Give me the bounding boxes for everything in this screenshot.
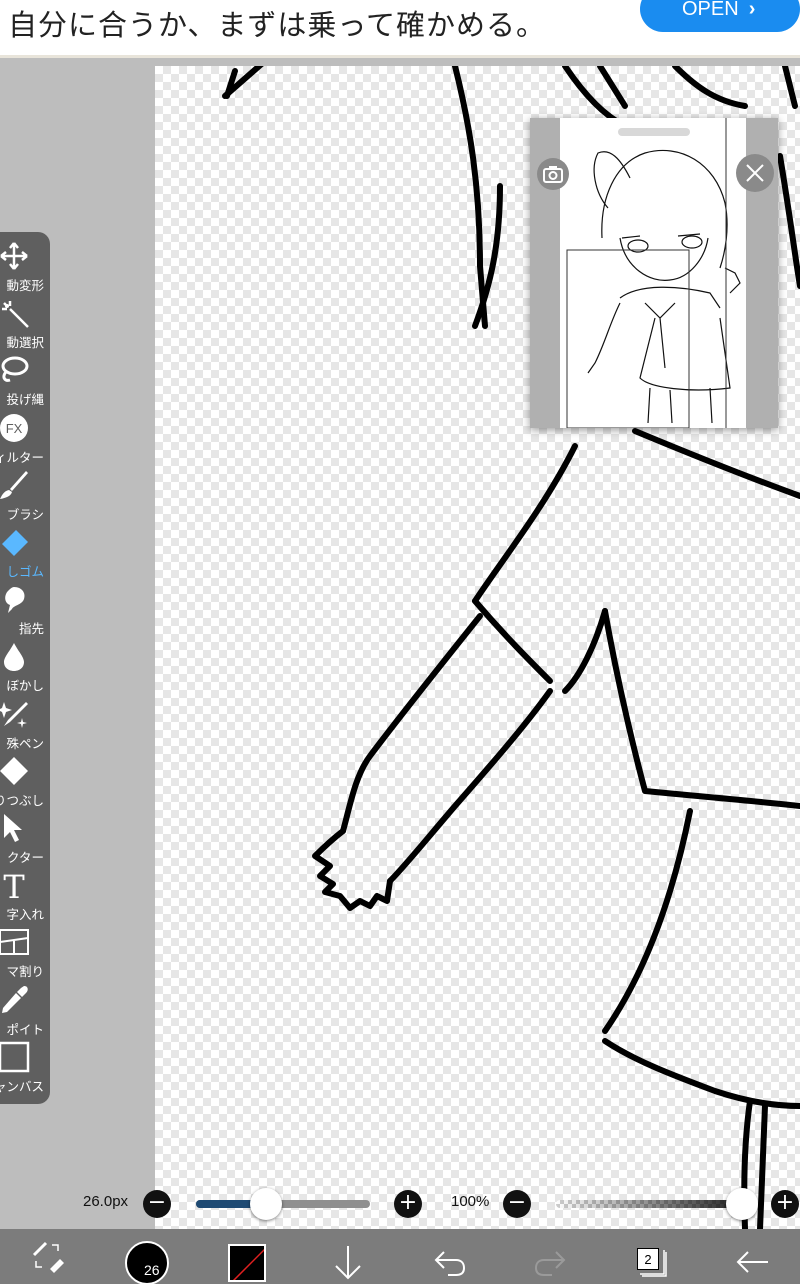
brush-size-decrease-button[interactable]: −: [143, 1190, 171, 1218]
tool-special-pen[interactable]: 殊ペン: [0, 696, 50, 753]
arrow-down-icon: [335, 1246, 361, 1280]
tool-label: ポイト: [6, 1021, 44, 1037]
brush-size-increase-button[interactable]: +: [394, 1190, 422, 1218]
tool-label: ィルター: [0, 449, 44, 465]
tool-frame-divider[interactable]: マ割り: [0, 924, 50, 981]
brush-size-slider[interactable]: [196, 1188, 370, 1220]
fill-bucket-icon: [0, 755, 30, 787]
back-button[interactable]: [732, 1240, 772, 1284]
selector-arrow-icon: [0, 812, 30, 844]
tool-smudge[interactable]: 指先: [0, 581, 50, 638]
chevron-right-icon: ›: [748, 0, 756, 20]
tool-text-tool[interactable]: T 字入れ: [0, 867, 50, 924]
tool-label: 字入れ: [6, 907, 44, 923]
brush-slider-row: 26.0px − + 100% − +: [0, 1180, 800, 1228]
svg-text:FX: FX: [6, 421, 23, 436]
brush-size-badge: 26: [144, 1262, 160, 1278]
tool-label: クター: [6, 850, 44, 865]
undo-icon: [434, 1251, 466, 1276]
eyedropper-icon: [0, 984, 30, 1016]
tool-label: りつぶし: [0, 792, 44, 808]
lasso-icon: [0, 354, 30, 386]
opacity-decrease-button[interactable]: −: [503, 1190, 531, 1218]
opacity-slider[interactable]: [556, 1188, 758, 1220]
navigator-drag-handle[interactable]: [618, 128, 690, 136]
tool-canvas[interactable]: ャンバス: [0, 1039, 50, 1096]
tool-label: 殊ペン: [6, 735, 44, 751]
opacity-increase-button[interactable]: +: [771, 1190, 799, 1218]
navigator-thumbnail[interactable]: [560, 118, 746, 428]
ad-open-label: OPEN: [682, 0, 739, 20]
layer-down-button[interactable]: [330, 1240, 366, 1284]
tool-label: 動変形: [6, 278, 44, 293]
ad-text: 自分に合うか、まずは乗って確かめる。: [8, 8, 546, 42]
layer-count-badge: 2: [637, 1248, 659, 1270]
tool-lasso[interactable]: 投げ縄: [0, 352, 50, 409]
fx-icon: FX: [0, 412, 30, 444]
bottom-toolbar: [0, 1229, 800, 1284]
tool-eraser[interactable]: しゴム: [0, 524, 50, 581]
canvas-icon: [0, 1041, 30, 1073]
blur-drop-icon: [0, 640, 30, 672]
svg-text:T: T: [3, 869, 25, 901]
tool-label: ブラシ: [6, 506, 44, 522]
tool-fx[interactable]: FX ィルター: [0, 410, 50, 467]
brush-size-knob[interactable]: [249, 1188, 282, 1220]
tool-label: ャンバス: [0, 1078, 44, 1094]
special-pen-icon: [0, 698, 30, 730]
tool-label: 指先: [18, 621, 44, 637]
tool-eyedropper[interactable]: ポイト: [0, 982, 50, 1039]
tool-fill-bucket[interactable]: りつぶし: [0, 753, 50, 810]
tool-label: ぼかし: [6, 678, 44, 694]
opacity-knob[interactable]: [726, 1188, 758, 1220]
eraser-icon: [0, 526, 30, 558]
redo-icon: [534, 1251, 566, 1276]
ad-banner: 自分に合うか、まずは乗って確かめる。 OPEN ›: [0, 0, 800, 58]
quick-tools-button[interactable]: [28, 1229, 68, 1284]
navigator-preview-drawing: [566, 118, 741, 428]
color-swatch[interactable]: [228, 1244, 266, 1282]
tool-selector-arrow[interactable]: クター: [0, 810, 50, 867]
brush-icon: [0, 469, 30, 501]
frame-divider-icon: [0, 926, 30, 958]
redo-button[interactable]: [530, 1240, 570, 1284]
tool-label: 動選択: [6, 335, 44, 351]
tool-move[interactable]: 動変形: [0, 238, 50, 295]
pen-eraser-swap-icon: [32, 1241, 64, 1273]
move-icon: [0, 240, 30, 272]
undo-button[interactable]: [430, 1240, 470, 1284]
arrow-left-icon: [736, 1251, 768, 1273]
tool-magic-wand[interactable]: 動選択: [0, 295, 50, 352]
tool-blur-drop[interactable]: ぼかし: [0, 638, 50, 695]
tool-palette: 動変形動選択投げ縄 FX ィルターブラシしゴム指先ぼかし殊ペンりつぶしクター T 字入れ…: [0, 232, 50, 1104]
no-color-slash-icon: [232, 1248, 264, 1280]
camera-icon[interactable]: [537, 158, 569, 190]
text-tool-icon: T: [0, 868, 30, 906]
tool-brush[interactable]: ブラシ: [0, 467, 50, 524]
close-icon[interactable]: [736, 154, 774, 192]
tool-label: 投げ縄: [6, 392, 44, 408]
opacity-label: 100%: [451, 1193, 490, 1210]
tool-label: マ割り: [6, 964, 44, 980]
ad-open-button[interactable]: OPEN ›: [640, 0, 800, 32]
navigator-panel[interactable]: [530, 118, 778, 428]
magic-wand-icon: [0, 297, 30, 329]
tool-label: しゴム: [6, 564, 44, 579]
smudge-icon: [0, 583, 30, 615]
brush-size-label: 26.0px: [83, 1193, 129, 1210]
